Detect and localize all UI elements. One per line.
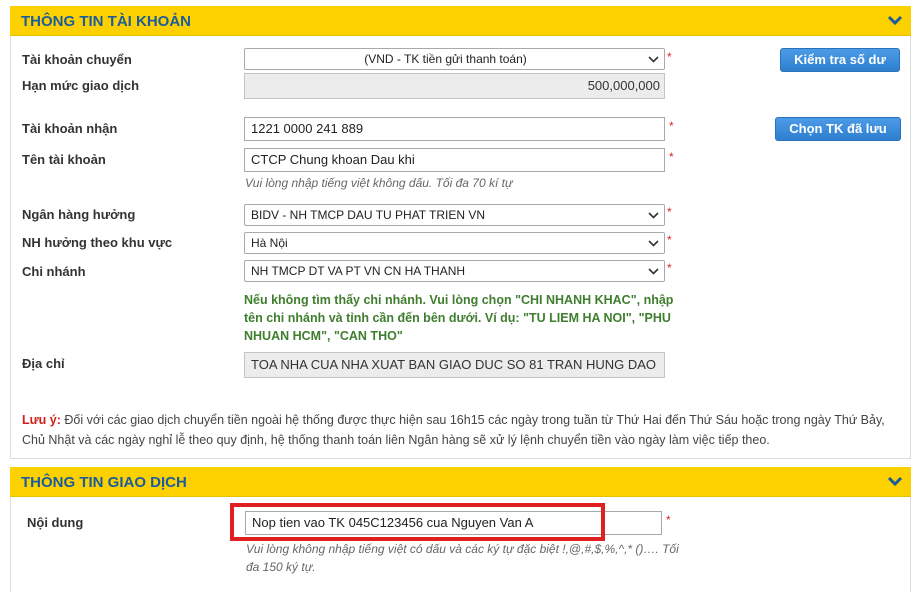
transfer-note: Lưu ý: Đối với các giao dịch chuyển tiền… (22, 410, 892, 450)
region-select[interactable]: Hà Nội (244, 232, 665, 254)
transaction-info-title: THÔNG TIN GIAO DỊCH (21, 474, 187, 491)
account-info-header[interactable]: THÔNG TIN TÀI KHOẢN (10, 6, 911, 36)
recipient-account-label: Tài khoản nhận (22, 121, 118, 136)
dropdown-arrow-icon (648, 56, 659, 63)
account-name-input[interactable]: CTCP Chung khoan Dau khi (244, 148, 665, 172)
note-label: Lưu ý: (22, 413, 61, 427)
required-mark: * (667, 50, 672, 64)
bank-label: Ngân hàng hưởng (22, 207, 136, 222)
required-mark: * (666, 513, 671, 527)
choose-saved-account-button[interactable]: Chọn TK đã lưu (775, 117, 901, 141)
required-mark: * (667, 233, 672, 247)
limit-field: 500,000,000 (244, 73, 665, 99)
branch-label: Chi nhánh (22, 264, 86, 279)
address-label: Địa chỉ (22, 356, 65, 371)
content-hint: Vui lòng không nhập tiếng việt có dấu và… (246, 542, 679, 574)
account-name-label: Tên tài khoản (22, 152, 106, 167)
note-text: Đối với các giao dịch chuyển tiền ngoài … (22, 413, 885, 447)
dropdown-arrow-icon (648, 212, 659, 219)
branch-note: Nếu không tìm thấy chi nhánh. Vui lòng c… (244, 293, 674, 343)
source-account-value: (VND - TK tiền gửi thanh toán) (364, 52, 527, 66)
required-mark: * (667, 205, 672, 219)
highlight-box (230, 503, 605, 541)
region-label: NH hưởng theo khu vực (22, 235, 173, 250)
transaction-info-header[interactable]: THÔNG TIN GIAO DỊCH (10, 467, 911, 497)
source-account-label: Tài khoản chuyển (22, 52, 132, 67)
branch-value: NH TMCP DT VA PT VN CN HA THANH (251, 264, 466, 278)
branch-select[interactable]: NH TMCP DT VA PT VN CN HA THANH (244, 260, 665, 282)
chevron-down-icon[interactable] (887, 475, 903, 489)
recipient-account-input[interactable]: 1221 0000 241 889 (244, 117, 665, 141)
account-name-hint: Vui lòng nhập tiếng việt không dấu. Tối … (245, 176, 513, 190)
dropdown-arrow-icon (648, 268, 659, 275)
chevron-down-icon[interactable] (887, 14, 903, 28)
required-mark: * (669, 119, 674, 133)
region-value: Hà Nội (251, 236, 288, 250)
bank-select[interactable]: BIDV - NH TMCP DAU TU PHAT TRIEN VN (244, 204, 665, 226)
limit-label: Hạn mức giao dịch (22, 78, 140, 93)
bank-value: BIDV - NH TMCP DAU TU PHAT TRIEN VN (251, 208, 486, 222)
content-label: Nội dung (27, 515, 84, 530)
address-field: TOA NHA CUA NHA XUAT BAN GIAO DUC SO 81 … (244, 352, 665, 378)
dropdown-arrow-icon (648, 240, 659, 247)
account-info-title: THÔNG TIN TÀI KHOẢN (21, 13, 191, 30)
check-balance-button[interactable]: Kiểm tra số dư (780, 48, 900, 72)
required-mark: * (667, 261, 672, 275)
source-account-select[interactable]: (VND - TK tiền gửi thanh toán) (244, 48, 665, 70)
required-mark: * (669, 150, 674, 164)
